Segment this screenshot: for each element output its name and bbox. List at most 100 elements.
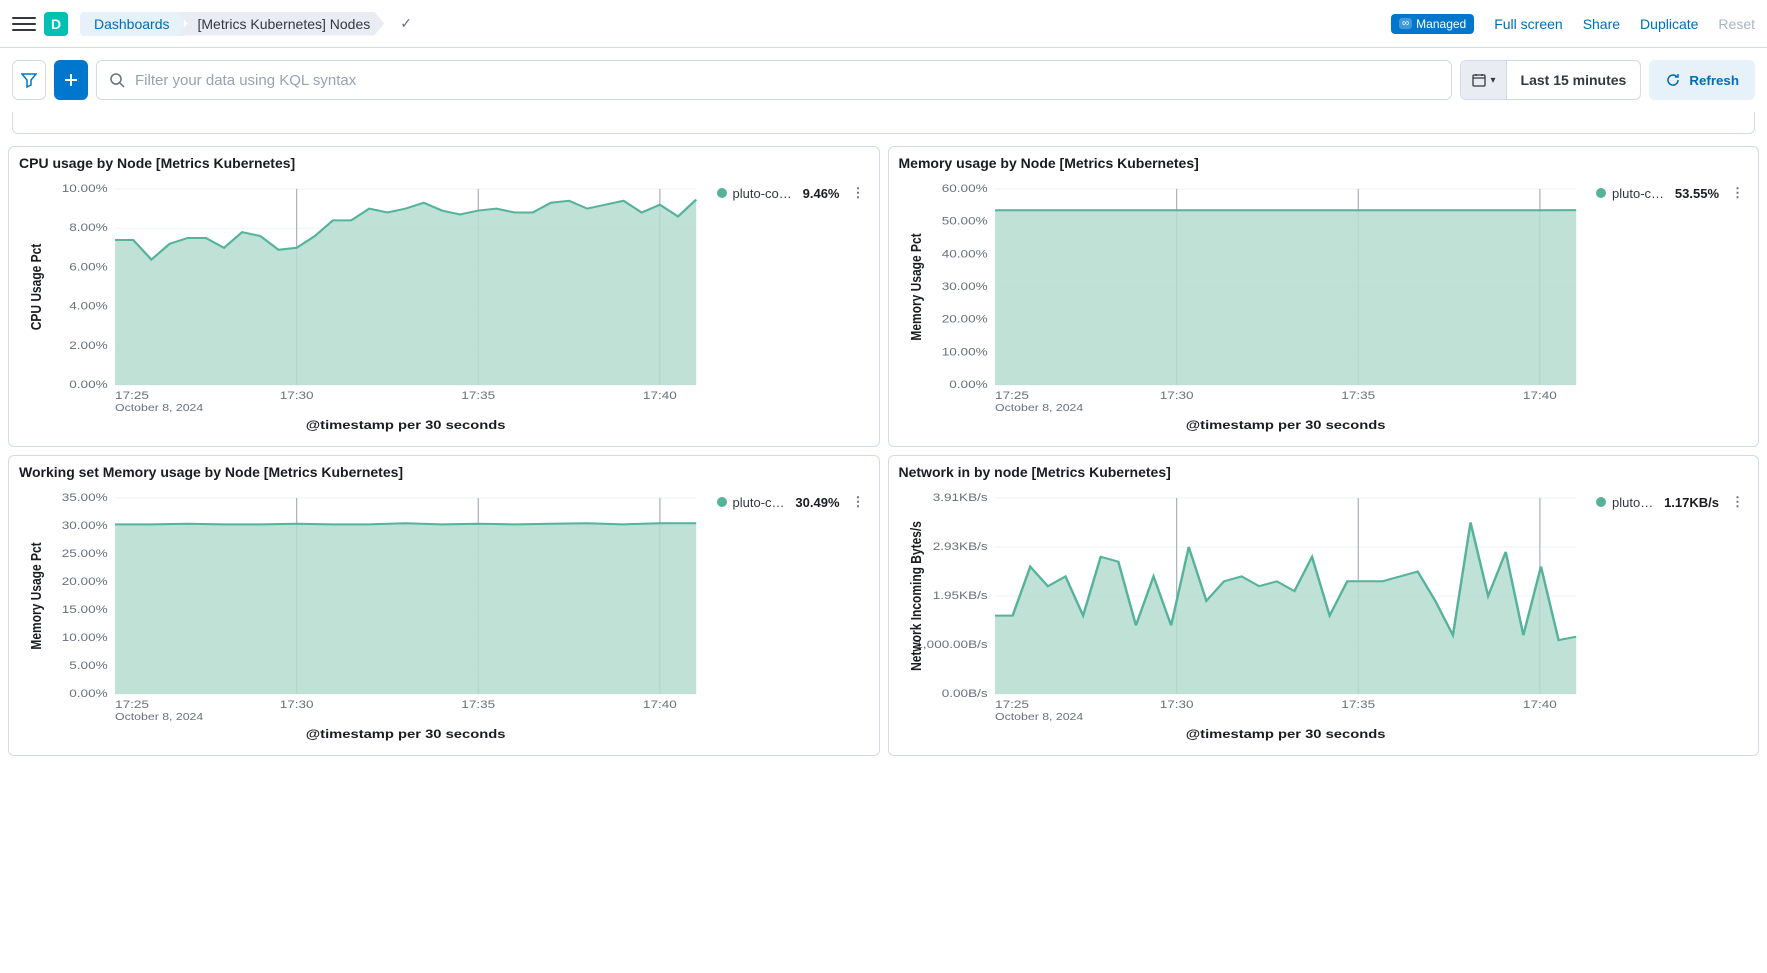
svg-text:17:25: 17:25	[995, 389, 1029, 401]
svg-text:0.00B/s: 0.00B/s	[941, 687, 987, 699]
legend-series-name: pluto-cont...	[1612, 495, 1654, 510]
svg-text:Memory Usage Pct: Memory Usage Pct	[28, 542, 44, 650]
svg-text:15.00%: 15.00%	[62, 603, 108, 615]
legend-color-dot	[1596, 497, 1606, 507]
svg-text:17:35: 17:35	[461, 389, 495, 401]
svg-text:8.00%: 8.00%	[69, 221, 107, 233]
svg-text:17:25: 17:25	[995, 698, 1029, 710]
svg-text:0.00%: 0.00%	[69, 687, 107, 699]
legend-actions-icon[interactable]: ⋮	[852, 494, 865, 510]
svg-text:6.00%: 6.00%	[69, 261, 107, 273]
svg-text:60.00%: 60.00%	[941, 182, 987, 194]
breadcrumb-current: [Metrics Kubernetes] Nodes	[178, 12, 385, 36]
panel-cpu: CPU usage by Node [Metrics Kubernetes] 0…	[8, 146, 880, 447]
panel-title: Network in by node [Metrics Kubernetes]	[899, 464, 1749, 480]
legend-value: 9.46%	[803, 186, 840, 201]
panel-title: CPU usage by Node [Metrics Kubernetes]	[19, 155, 869, 171]
svg-text:30.00%: 30.00%	[62, 519, 108, 531]
search-icon	[109, 72, 125, 88]
svg-text:October 8, 2024: October 8, 2024	[115, 403, 203, 414]
chart-wsmem[interactable]: 0.00%5.00%10.00%15.00%20.00%25.00%30.00%…	[19, 484, 709, 744]
calendar-icon[interactable]: ▾	[1461, 61, 1507, 99]
svg-text:October 8, 2024: October 8, 2024	[995, 403, 1083, 414]
chart-network[interactable]: 0.00B/s 1,000.00B/s 1.95KB/s 2.93KB/s 3.91KB…	[899, 484, 1589, 744]
legend-color-dot	[717, 497, 727, 507]
app-badge[interactable]: D	[44, 12, 68, 36]
svg-text:@timestamp per 30 seconds: @timestamp per 30 seconds	[306, 727, 506, 740]
refresh-button[interactable]: Refresh	[1649, 60, 1755, 100]
svg-text:17:30: 17:30	[1159, 389, 1193, 401]
svg-text:Network Incoming Bytes/s: Network Incoming Bytes/s	[907, 521, 923, 671]
legend-actions-icon[interactable]: ⋮	[1731, 185, 1744, 201]
svg-text:17:25: 17:25	[115, 698, 149, 710]
legend-color-dot	[717, 188, 727, 198]
svg-text:10.00%: 10.00%	[941, 346, 987, 358]
svg-text:17:30: 17:30	[1159, 698, 1193, 710]
svg-text:40.00%: 40.00%	[941, 248, 987, 260]
legend: pluto-contr... 30.49% ⋮	[709, 484, 869, 747]
svg-text:17:40: 17:40	[1522, 698, 1556, 710]
svg-text:30.00%: 30.00%	[941, 280, 987, 292]
chart-cpu[interactable]: 0.00%2.00%4.00%6.00%8.00%10.00%17:25Octo…	[19, 175, 709, 435]
managed-badge-icon: ∞	[1399, 18, 1412, 29]
legend-value: 30.49%	[795, 495, 839, 510]
query-toolbar: ▾ Last 15 minutes Refresh	[0, 48, 1767, 112]
refresh-label: Refresh	[1689, 73, 1739, 88]
legend-value: 53.55%	[1675, 186, 1719, 201]
panel-memory: Memory usage by Node [Metrics Kubernetes…	[888, 146, 1760, 447]
panel-grid: CPU usage by Node [Metrics Kubernetes] 0…	[0, 146, 1767, 768]
panel-wsmem: Working set Memory usage by Node [Metric…	[8, 455, 880, 756]
legend-item[interactable]: pluto-control... 9.46% ⋮	[717, 185, 865, 201]
svg-text:10.00%: 10.00%	[62, 631, 108, 643]
svg-text:1,000.00B/s: 1,000.00B/s	[915, 638, 987, 650]
legend-item[interactable]: pluto-cont... 1.17KB/s ⋮	[1596, 494, 1744, 510]
svg-text:2.93KB/s: 2.93KB/s	[932, 540, 987, 552]
legend-item[interactable]: pluto-contr... 53.55% ⋮	[1596, 185, 1744, 201]
chart-memory[interactable]: 0.00%10.00%20.00%30.00%40.00%50.00%60.00…	[899, 175, 1589, 435]
managed-badge-label: Managed	[1416, 17, 1466, 31]
managed-badge: ∞ Managed	[1391, 14, 1474, 34]
svg-text:October 8, 2024: October 8, 2024	[115, 712, 203, 723]
svg-text:17:25: 17:25	[115, 389, 149, 401]
topbar: D Dashboards [Metrics Kubernetes] Nodes …	[0, 0, 1767, 48]
svg-text:CPU Usage Pct: CPU Usage Pct	[28, 243, 44, 330]
fullscreen-link[interactable]: Full screen	[1494, 16, 1562, 32]
svg-text:2.00%: 2.00%	[69, 339, 107, 351]
time-range-text[interactable]: Last 15 minutes	[1507, 72, 1641, 88]
duplicate-link[interactable]: Duplicate	[1640, 16, 1698, 32]
filter-icon	[21, 72, 37, 88]
add-filter-button[interactable]	[54, 60, 88, 100]
svg-text:25.00%: 25.00%	[62, 547, 108, 559]
legend-actions-icon[interactable]: ⋮	[852, 185, 865, 201]
svg-text:0.00%: 0.00%	[949, 378, 987, 390]
kql-input[interactable]	[135, 72, 1439, 89]
legend-item[interactable]: pluto-contr... 30.49% ⋮	[717, 494, 865, 510]
panel-title: Memory usage by Node [Metrics Kubernetes…	[899, 155, 1749, 171]
nav-menu-icon[interactable]	[12, 12, 36, 36]
svg-text:5.00%: 5.00%	[69, 659, 107, 671]
legend-actions-icon[interactable]: ⋮	[1731, 494, 1744, 510]
svg-text:@timestamp per 30 seconds: @timestamp per 30 seconds	[306, 418, 506, 431]
svg-text:20.00%: 20.00%	[941, 313, 987, 325]
legend: pluto-cont... 1.17KB/s ⋮	[1588, 484, 1748, 747]
svg-text:17:35: 17:35	[461, 698, 495, 710]
svg-text:17:40: 17:40	[1522, 389, 1556, 401]
svg-text:17:30: 17:30	[280, 698, 314, 710]
breadcrumb-dashboards[interactable]: Dashboards	[80, 12, 184, 36]
reset-link[interactable]: Reset	[1718, 16, 1755, 32]
time-picker[interactable]: ▾ Last 15 minutes	[1460, 60, 1642, 100]
svg-text:1.95KB/s: 1.95KB/s	[932, 589, 987, 601]
kql-search[interactable]	[96, 60, 1452, 100]
svg-text:Memory Usage Pct: Memory Usage Pct	[907, 233, 923, 341]
share-link[interactable]: Share	[1583, 16, 1620, 32]
legend: pluto-contr... 53.55% ⋮	[1588, 175, 1748, 438]
svg-text:0.00%: 0.00%	[69, 378, 107, 390]
legend: pluto-control... 9.46% ⋮	[709, 175, 869, 438]
filter-button[interactable]	[12, 60, 46, 100]
legend-value: 1.17KB/s	[1664, 495, 1719, 510]
legend-color-dot	[1596, 188, 1606, 198]
svg-text:3.91KB/s: 3.91KB/s	[932, 491, 987, 503]
legend-series-name: pluto-contr...	[733, 495, 786, 510]
svg-text:17:30: 17:30	[280, 389, 314, 401]
refresh-icon	[1665, 72, 1681, 88]
